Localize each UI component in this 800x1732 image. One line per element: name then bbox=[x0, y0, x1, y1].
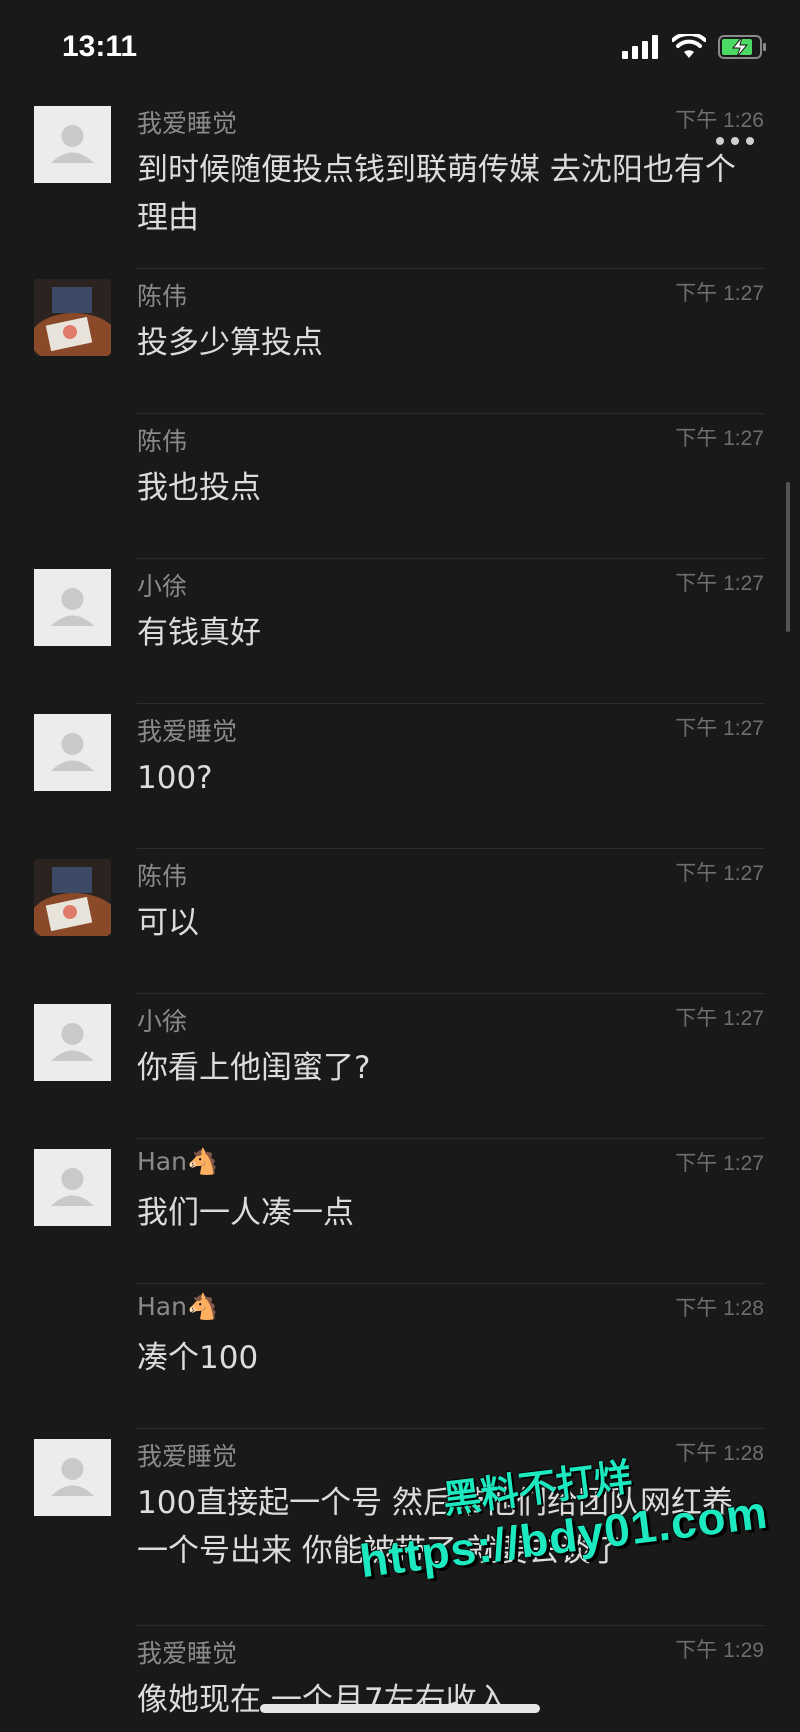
message-text: 像她现在 一个月7左右收入 bbox=[137, 1682, 508, 1718]
default-avatar-icon bbox=[51, 125, 94, 163]
default-avatar-icon bbox=[51, 1023, 94, 1061]
scrollbar[interactable] bbox=[786, 482, 790, 632]
sender-name: 我爱睡觉 bbox=[137, 109, 238, 138]
status-icons bbox=[622, 34, 768, 60]
avatar[interactable] bbox=[34, 859, 111, 936]
message-time: 下午 1:29 bbox=[675, 1639, 764, 1662]
default-avatar-icon bbox=[51, 1168, 94, 1206]
message-text: 我们一人凑一点 bbox=[137, 1195, 354, 1231]
home-indicator[interactable] bbox=[260, 1704, 540, 1713]
message-item: 陈伟 下午 1:27 我也投点 bbox=[0, 414, 800, 559]
default-avatar-icon bbox=[51, 1458, 94, 1496]
avatar[interactable] bbox=[34, 279, 111, 356]
message-text: 你看上他闺蜜了? bbox=[137, 1050, 371, 1086]
message-item: 我爱睡觉 下午 1:26 到时候随便投点钱到联萌传媒 去沈阳也有个理由 bbox=[0, 96, 800, 269]
message-text: 可以 bbox=[137, 905, 199, 941]
status-time: 13:11 bbox=[62, 30, 138, 63]
message-time: 下午 1:27 bbox=[675, 427, 764, 450]
message-time: 下午 1:27 bbox=[675, 572, 764, 595]
avatar[interactable] bbox=[34, 569, 111, 646]
message-item: 我爱睡觉 下午 1:29 像她现在 一个月7左右收入 bbox=[0, 1626, 800, 1732]
message-item: 陈伟 下午 1:27 可以 bbox=[0, 849, 800, 994]
sender-name: Han🐴 bbox=[137, 1147, 219, 1176]
avatar[interactable] bbox=[34, 106, 111, 183]
sender-name: 我爱睡觉 bbox=[137, 717, 238, 746]
cellular-signal-icon bbox=[622, 35, 658, 59]
sender-name: 陈伟 bbox=[137, 862, 188, 891]
message-time: 下午 1:27 bbox=[675, 717, 764, 740]
status-bar: 13:11 bbox=[0, 0, 800, 96]
message-item: 小徐 下午 1:27 你看上他闺蜜了? bbox=[0, 994, 800, 1139]
message-item: 我爱睡觉 下午 1:27 100? bbox=[0, 704, 800, 849]
sender-name: 陈伟 bbox=[137, 282, 188, 311]
wifi-icon bbox=[672, 34, 706, 58]
message-text: 我也投点 bbox=[137, 470, 261, 506]
sender-name: 陈伟 bbox=[137, 427, 188, 456]
message-text: 到时候随便投点钱到联萌传媒 去沈阳也有个理由 bbox=[137, 152, 736, 236]
user-photo bbox=[34, 279, 111, 356]
avatar[interactable] bbox=[34, 1004, 111, 1081]
message-text: 投多少算投点 bbox=[137, 325, 323, 361]
sender-name: 我爱睡觉 bbox=[137, 1639, 238, 1668]
message-time: 下午 1:28 bbox=[675, 1297, 764, 1320]
sender-name: 我爱睡觉 bbox=[137, 1442, 238, 1471]
message-text: 100? bbox=[137, 760, 213, 796]
sender-name: Han🐴 bbox=[137, 1292, 219, 1321]
battery-charging-icon bbox=[718, 35, 766, 59]
message-time: 下午 1:27 bbox=[675, 862, 764, 885]
message-item: 小徐 下午 1:27 有钱真好 bbox=[0, 559, 800, 704]
message-item: 陈伟 下午 1:27 投多少算投点 bbox=[0, 269, 800, 414]
default-avatar-icon bbox=[51, 733, 94, 771]
message-item: Han🐴 下午 1:28 凑个100 bbox=[0, 1284, 800, 1429]
message-text: 凑个100 bbox=[137, 1340, 259, 1376]
message-time: 下午 1:27 bbox=[675, 282, 764, 305]
message-time: 下午 1:27 bbox=[675, 1152, 764, 1175]
message-time: 下午 1:26 bbox=[675, 109, 764, 132]
message-item: Han🐴 下午 1:27 我们一人凑一点 bbox=[0, 1139, 800, 1284]
message-time: 下午 1:27 bbox=[675, 1007, 764, 1030]
avatar[interactable] bbox=[34, 714, 111, 791]
default-avatar-icon bbox=[51, 588, 94, 626]
message-text: 有钱真好 bbox=[137, 615, 261, 651]
user-photo bbox=[34, 859, 111, 936]
sender-name: 小徐 bbox=[137, 1007, 188, 1036]
avatar[interactable] bbox=[34, 1149, 111, 1226]
sender-name: 小徐 bbox=[137, 572, 188, 601]
avatar[interactable] bbox=[34, 1439, 111, 1516]
